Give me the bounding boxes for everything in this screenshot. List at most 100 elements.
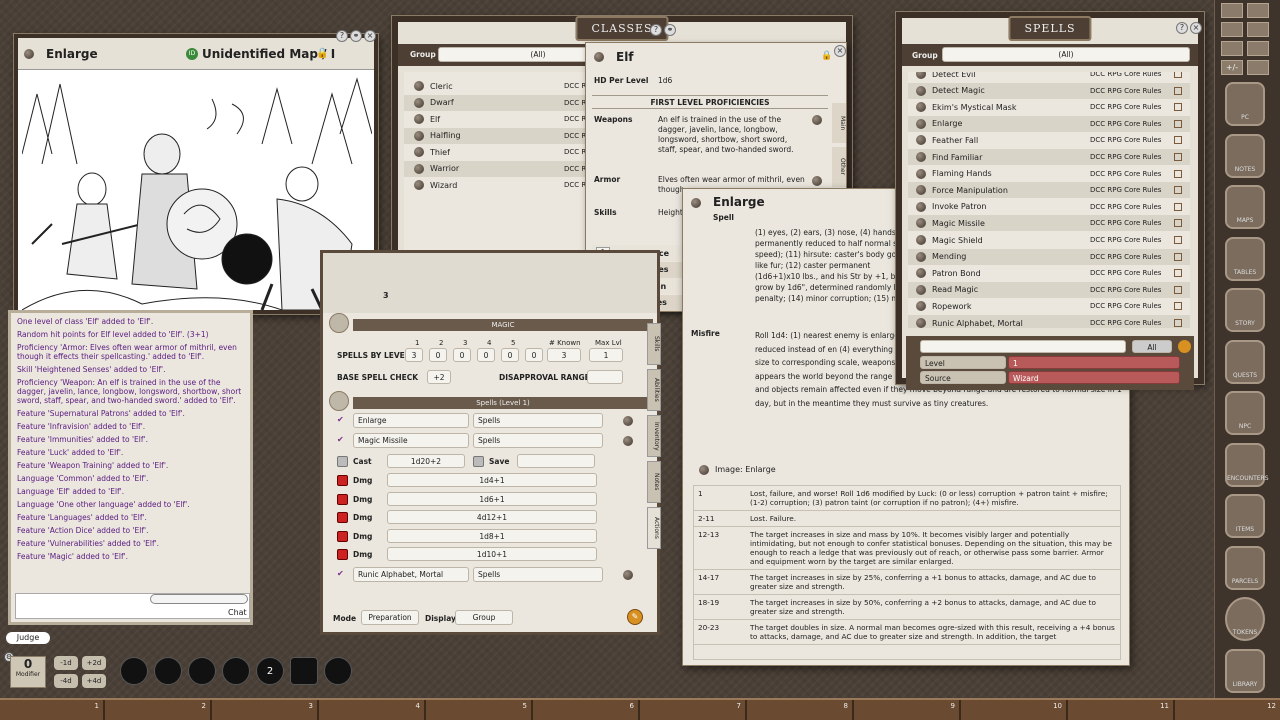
link-icon[interactable] — [916, 252, 926, 262]
tab-other[interactable]: Other — [832, 147, 846, 187]
damage-dice-icon[interactable] — [337, 494, 348, 505]
book-icon[interactable] — [1174, 153, 1182, 161]
book-icon[interactable] — [1174, 103, 1182, 111]
edit-icon[interactable] — [1178, 340, 1191, 353]
damage-value[interactable]: 1d8+1 — [387, 529, 597, 543]
disapproval-value[interactable] — [587, 370, 623, 384]
toolbar-button[interactable] — [1247, 22, 1269, 37]
sheet-tab-actions[interactable]: Actions — [647, 507, 661, 549]
hotkey-slot[interactable]: 1 — [0, 700, 105, 720]
slot-count[interactable]: 0 — [477, 348, 495, 362]
link-icon[interactable] — [916, 169, 926, 179]
mod-plus4[interactable]: +4d — [82, 674, 106, 688]
menu-icon[interactable] — [594, 52, 604, 62]
maxlvl-value[interactable]: 1 — [589, 348, 623, 362]
toolbar-button[interactable] — [1247, 3, 1269, 18]
hotkey-slot[interactable]: 11 — [1070, 700, 1175, 720]
book-icon[interactable] — [1174, 72, 1182, 78]
toolbar-button[interactable] — [1247, 60, 1269, 75]
prepare-check-icon[interactable]: ✔ — [337, 569, 344, 578]
sidebar-encounters-button[interactable]: ENCOUNTERS — [1225, 443, 1265, 487]
d12-die-icon[interactable] — [154, 657, 182, 685]
link-icon[interactable] — [623, 436, 633, 446]
hotkey-slot[interactable]: 6 — [535, 700, 640, 720]
class-item[interactable]: WizardDCC R — [404, 177, 594, 193]
mod-plus2[interactable]: +2d — [82, 656, 106, 670]
book-icon[interactable] — [1174, 136, 1182, 144]
link-icon[interactable] — [812, 176, 822, 186]
sidebar-items-button[interactable]: ITEMS — [1225, 494, 1265, 538]
sidebar-parcels-button[interactable]: PARCELS — [1225, 546, 1265, 590]
link-icon[interactable] — [812, 115, 822, 125]
image-link[interactable]: Image: Enlarge — [715, 465, 776, 474]
mode-select[interactable]: Preparation — [361, 610, 419, 625]
slot-count[interactable]: 3 — [405, 348, 423, 362]
hotkey-slot[interactable]: 8 — [749, 700, 854, 720]
spell-name-field[interactable]: Magic Missile — [353, 433, 469, 448]
close-icon[interactable]: × — [364, 30, 376, 42]
book-icon[interactable] — [1174, 286, 1182, 294]
lock-icon[interactable]: 🔒 — [316, 48, 328, 59]
spell-item[interactable]: EnlargeDCC RPG Core Rules — [908, 116, 1190, 132]
toolbar-button[interactable]: +/- — [1221, 60, 1243, 75]
tab-main[interactable]: Main — [832, 103, 846, 143]
mod-minus1[interactable]: -1d — [54, 656, 78, 670]
sidebar-maps-button[interactable]: MAPS — [1225, 185, 1265, 229]
filter-value[interactable]: 1 — [1008, 356, 1180, 369]
all-button[interactable]: All — [1132, 340, 1172, 353]
d8-die-icon[interactable] — [222, 657, 250, 685]
image-link-icon[interactable] — [699, 465, 709, 475]
spell-name-field[interactable]: Runic Alphabet, Mortal — [353, 567, 469, 582]
base-spell-check-value[interactable]: +2 — [427, 370, 451, 384]
lock-icon[interactable]: 🔒 — [821, 51, 832, 61]
link-icon[interactable] — [916, 72, 926, 79]
menu-icon[interactable] — [24, 49, 34, 59]
spell-item[interactable]: Read MagicDCC RPG Core Rules — [908, 282, 1190, 298]
link-icon[interactable] — [916, 318, 926, 328]
sheet-tab-inventory[interactable]: Inventory — [647, 415, 661, 457]
class-item[interactable]: HalflingDCC R — [404, 128, 594, 144]
d10-die-icon[interactable] — [188, 657, 216, 685]
book-icon[interactable] — [1174, 186, 1182, 194]
book-icon[interactable] — [1174, 319, 1182, 327]
sheet-tab-abilities[interactable]: Abilities — [647, 369, 661, 411]
spell-group-field[interactable]: Spells — [473, 433, 603, 448]
damage-dice-icon[interactable] — [337, 549, 348, 560]
spell-name-field[interactable]: Enlarge — [353, 413, 469, 428]
link-icon[interactable] — [916, 285, 926, 295]
hotkey-slot[interactable]: 5 — [428, 700, 533, 720]
link-icon[interactable] — [916, 235, 926, 245]
class-item[interactable]: ElfDCC R — [404, 111, 594, 127]
dice-icon[interactable] — [329, 391, 349, 411]
class-item[interactable]: DwarfDCC R — [404, 95, 594, 111]
d6-die-icon[interactable]: 2 — [256, 657, 284, 685]
filter-value[interactable]: Wizard — [1008, 371, 1180, 384]
link-icon[interactable] — [916, 268, 926, 278]
class-item[interactable]: ClericDCC R — [404, 78, 594, 94]
save-value[interactable] — [517, 454, 595, 468]
book-icon[interactable] — [1174, 236, 1182, 244]
help-icon[interactable]: ? — [650, 24, 662, 36]
close-icon[interactable]: × — [834, 45, 846, 57]
display-select[interactable]: Group — [455, 610, 513, 625]
d20-die-icon[interactable] — [120, 657, 148, 685]
hotkey-slot[interactable]: 9 — [856, 700, 961, 720]
edit-icon[interactable]: ✎ — [627, 609, 643, 625]
spell-group-field[interactable]: Spells — [473, 413, 603, 428]
toolbar-button[interactable] — [1221, 41, 1243, 56]
prepare-check-icon[interactable]: ✔ — [337, 415, 344, 424]
sidebar-quests-button[interactable]: QUESTS — [1225, 340, 1265, 384]
sidebar-pc-button[interactable]: PC — [1225, 82, 1265, 126]
hotkey-slot[interactable]: 3 — [214, 700, 319, 720]
mod-minus4[interactable]: -4d — [54, 674, 78, 688]
link-icon[interactable] — [916, 202, 926, 212]
spell-item[interactable]: Find FamiliarDCC RPG Core Rules — [908, 149, 1190, 165]
link-icon[interactable] — [916, 86, 926, 96]
book-icon[interactable] — [1174, 203, 1182, 211]
spell-item[interactable]: Invoke PatronDCC RPG Core Rules — [908, 199, 1190, 215]
slot-count[interactable]: 0 — [453, 348, 471, 362]
identity-label[interactable]: Judge — [6, 632, 50, 644]
link-icon[interactable] — [414, 180, 424, 190]
spell-item[interactable]: Magic MissileDCC RPG Core Rules — [908, 215, 1190, 231]
link-icon[interactable]: ⚭ — [350, 30, 362, 42]
